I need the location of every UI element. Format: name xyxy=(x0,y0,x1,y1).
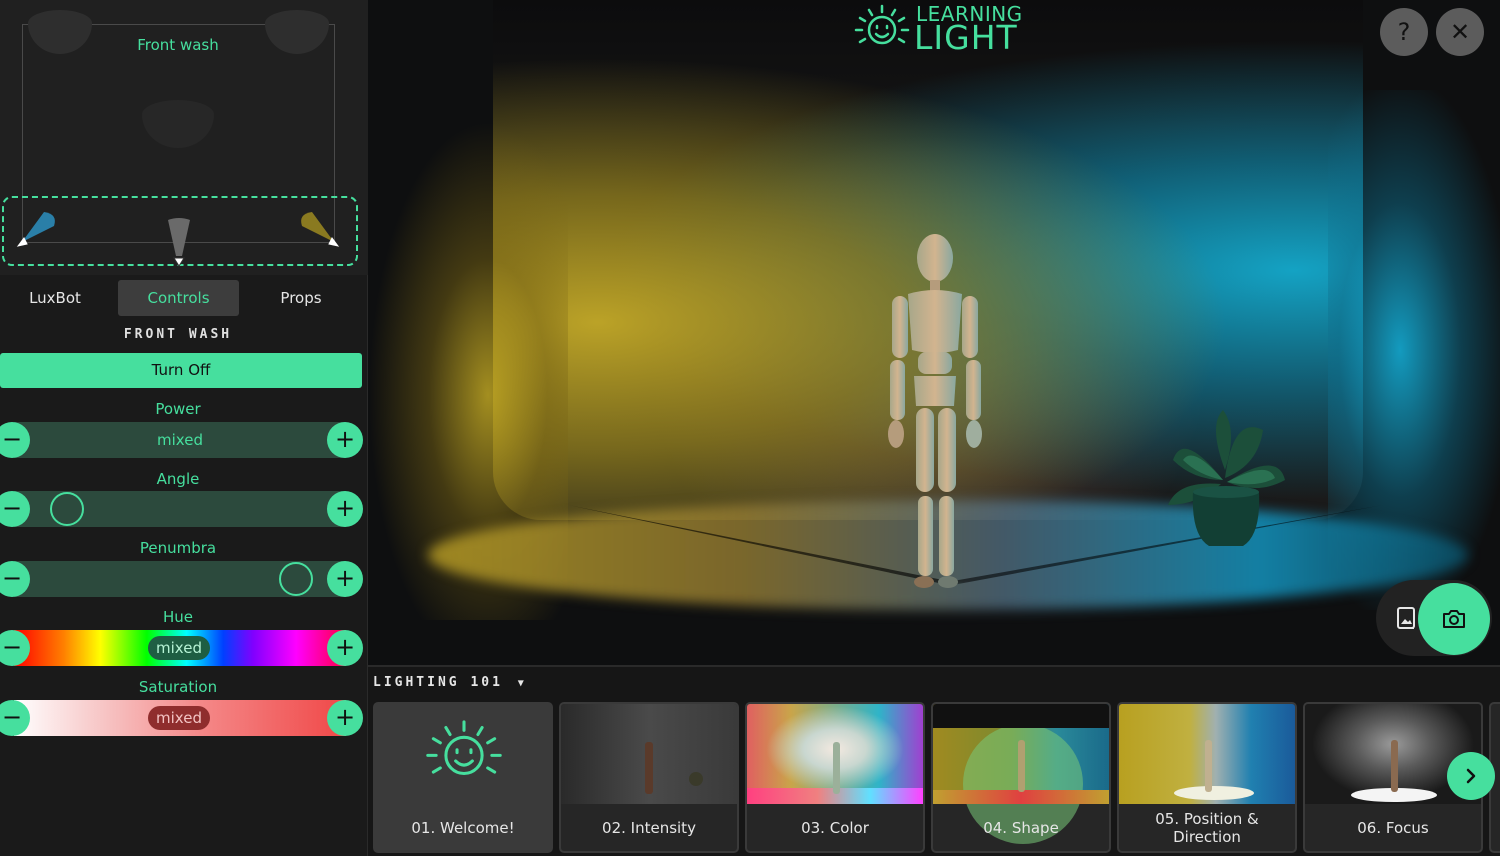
course-dropdown[interactable]: LIGHTING 101 ▼ xyxy=(373,675,527,690)
spot-lamp-center[interactable] xyxy=(162,216,196,270)
close-button[interactable]: ✕ xyxy=(1436,8,1484,56)
smiley-sun-logo-icon xyxy=(854,4,910,45)
lesson-thumb xyxy=(1119,704,1295,804)
lesson-card-intensity[interactable]: 02. Intensity xyxy=(559,702,739,853)
tab-props[interactable]: Props xyxy=(245,280,357,316)
course-title: LIGHTING 101 xyxy=(373,675,503,690)
lesson-label: 06. Focus xyxy=(1357,818,1429,837)
lesson-strip: LIGHTING 101 ▼ 01. Welcome! 02. Intensit… xyxy=(368,665,1500,856)
close-icon: ✕ xyxy=(1449,18,1471,46)
lesson-label: 04. Shape xyxy=(983,818,1059,837)
hue-value: mixed xyxy=(148,636,210,660)
saturation-value: mixed xyxy=(148,706,210,730)
tab-luxbot[interactable]: LuxBot xyxy=(0,280,110,316)
hue-increase-button[interactable]: + xyxy=(327,630,363,666)
lesson-label: 01. Welcome! xyxy=(411,818,515,837)
lights-map[interactable]: Front wash xyxy=(0,0,368,275)
image-book-icon xyxy=(1397,607,1415,629)
angle-increase-button[interactable]: + xyxy=(327,491,363,527)
spot-lamp-right[interactable] xyxy=(296,204,342,250)
lesson-card-shape[interactable]: 04. Shape xyxy=(931,702,1111,853)
next-lessons-button[interactable] xyxy=(1447,752,1495,800)
hue-label: Hue xyxy=(162,608,193,626)
penumbra-label: Penumbra xyxy=(139,539,217,557)
question-icon: ? xyxy=(1397,18,1411,46)
lesson-thumb xyxy=(933,704,1109,844)
spot-lamp-left[interactable] xyxy=(14,204,60,250)
angle-slider[interactable] xyxy=(14,491,346,527)
lesson-label: 05. Position & Direction xyxy=(1155,809,1259,846)
help-button[interactable]: ? xyxy=(1380,8,1428,56)
smiley-sun-icon xyxy=(426,720,502,776)
power-label: Power xyxy=(155,400,201,418)
angle-slider-thumb[interactable] xyxy=(49,492,84,526)
power-increase-button[interactable]: + xyxy=(327,422,363,458)
mannequin-figure[interactable] xyxy=(878,230,993,595)
learning-light-logo: LEARNING LIGHT xyxy=(854,2,1034,57)
penumbra-slider-thumb[interactable] xyxy=(279,562,314,596)
lights-map-label: Front wash xyxy=(137,36,219,54)
lesson-thumb xyxy=(561,704,737,804)
lesson-label: 03. Color xyxy=(801,818,869,837)
penumbra-slider[interactable] xyxy=(14,561,346,597)
penumbra-increase-button[interactable]: + xyxy=(327,561,363,597)
camera-icon xyxy=(1443,610,1465,628)
angle-label: Angle xyxy=(156,470,200,488)
power-slider[interactable]: mixed xyxy=(14,422,346,458)
hue-slider[interactable]: mixed xyxy=(14,630,346,666)
lesson-card-position-direction[interactable]: 05. Position & Direction xyxy=(1117,702,1297,853)
chevron-right-icon xyxy=(1466,768,1476,784)
logo-text-light: LIGHT xyxy=(914,18,1018,57)
capture-controls xyxy=(1376,580,1492,656)
lesson-label: 02. Intensity xyxy=(602,818,696,837)
tab-controls[interactable]: Controls xyxy=(118,280,239,316)
turn-off-button[interactable]: Turn Off xyxy=(0,353,362,388)
lesson-card-welcome[interactable]: 01. Welcome! xyxy=(373,702,553,853)
left-panel: Front wash LuxBot Controls Props FRONT W… xyxy=(0,0,368,856)
scene-viewport[interactable]: LEARNING LIGHT ? ✕ xyxy=(368,0,1500,665)
saturation-label: Saturation xyxy=(138,678,218,696)
saturation-increase-button[interactable]: + xyxy=(327,700,363,736)
section-title: FRONT WASH xyxy=(123,327,233,342)
saturation-slider[interactable]: mixed xyxy=(14,700,346,736)
camera-button[interactable] xyxy=(1418,583,1490,655)
lesson-card-color[interactable]: 03. Color xyxy=(745,702,925,853)
potted-plant[interactable] xyxy=(1163,410,1293,555)
lesson-thumb xyxy=(375,704,551,804)
panel-tabs: LuxBot Controls Props xyxy=(0,280,368,316)
lesson-thumb xyxy=(747,704,923,804)
caret-down-icon: ▼ xyxy=(517,678,527,689)
learning-light-app: Front wash LuxBot Controls Props FRONT W… xyxy=(0,0,1500,856)
power-value: mixed xyxy=(157,431,203,449)
